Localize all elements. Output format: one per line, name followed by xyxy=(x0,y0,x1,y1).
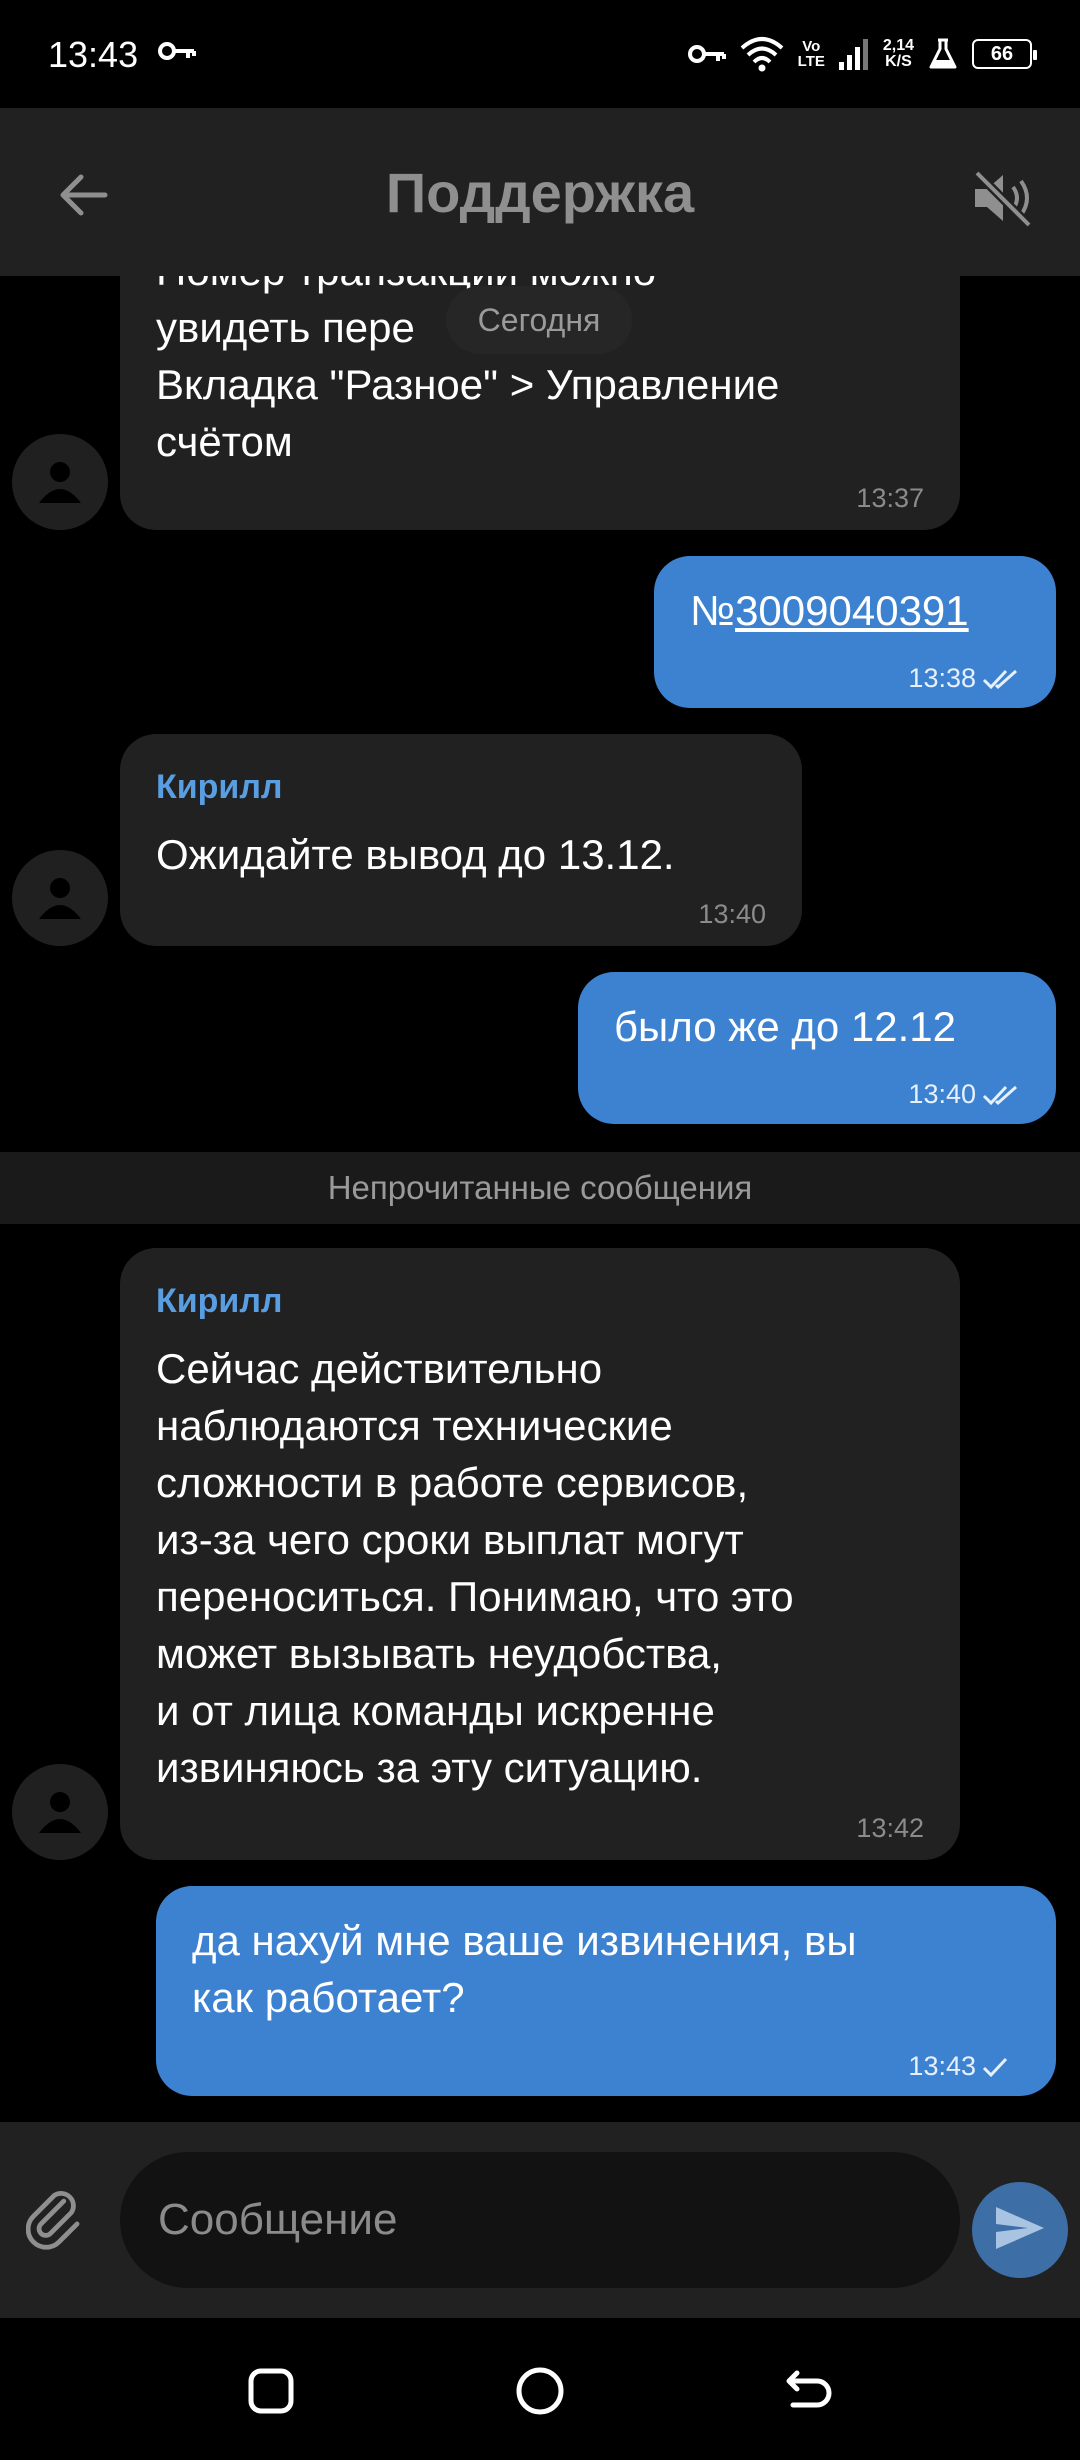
speed-value: 2,14 xyxy=(882,37,914,54)
message-time-row: 13:40 xyxy=(908,1079,1020,1110)
user-icon xyxy=(39,462,81,503)
mute-button[interactable] xyxy=(964,160,1044,240)
network-type: Vo LTE xyxy=(798,39,825,69)
speaker-muted-icon xyxy=(971,169,1037,232)
message-time: 13:40 xyxy=(908,1079,976,1109)
back-nav-button[interactable] xyxy=(774,2356,844,2426)
message-text: Ожидайте вывод до 13.12. xyxy=(156,831,675,878)
chat-header: Поддержка xyxy=(0,108,1080,276)
chat-messages[interactable]: Номер транзакции можно увидеть пере еню … xyxy=(0,276,1080,2122)
flask-icon xyxy=(928,38,958,70)
message-time: 13:43 xyxy=(908,2051,976,2081)
vpn-key-icon xyxy=(687,43,726,65)
network-speed: 2,14 K/S xyxy=(883,38,914,70)
avatar[interactable] xyxy=(12,434,108,530)
message-time: 13:40 xyxy=(698,899,766,929)
user-icon xyxy=(39,1792,81,1833)
recent-apps-button[interactable] xyxy=(236,2356,306,2426)
date-separator: Сегодня xyxy=(446,286,632,354)
message-outgoing[interactable]: было же до 12.12 13:40 xyxy=(578,972,1056,1124)
speed-unit: K/S xyxy=(885,53,912,70)
message-incoming[interactable]: Кирилл Сейчас действительно наблюдаются … xyxy=(120,1248,960,1860)
check-icon xyxy=(982,2057,1008,2077)
key-icon xyxy=(158,40,196,67)
message-input[interactable] xyxy=(120,2152,960,2288)
number-sign: № xyxy=(690,587,736,634)
attach-button[interactable] xyxy=(20,2184,96,2260)
message-incoming[interactable]: Кирилл Ожидайте вывод до 13.12. 13:40 xyxy=(120,734,802,946)
unread-separator: Непрочитанные сообщения xyxy=(0,1152,1080,1224)
status-time: 13:43 xyxy=(48,34,139,75)
paperclip-icon xyxy=(25,2188,90,2257)
message-time: 13:42 xyxy=(856,1813,924,1843)
user-icon xyxy=(39,878,81,919)
network-type-bottom: LTE xyxy=(797,53,825,70)
message-text: Сейчас действительно наблюдаются техниче… xyxy=(156,1345,794,1791)
navigation-bar xyxy=(0,2318,1080,2460)
avatar[interactable] xyxy=(12,850,108,946)
message-text: было же до 12.12 xyxy=(614,1003,957,1050)
signal-icon xyxy=(838,38,869,70)
send-button[interactable] xyxy=(972,2182,1068,2278)
message-time-row: 13:38 xyxy=(908,663,1020,694)
double-check-icon xyxy=(982,1085,1017,1105)
chat-title[interactable]: Поддержка xyxy=(0,160,1080,225)
message-text: №3009040391 xyxy=(690,582,969,639)
send-icon xyxy=(994,2205,1046,2256)
battery-level: 66 xyxy=(990,42,1014,65)
message-input-bar xyxy=(0,2122,1080,2318)
message-time: 13:37 xyxy=(856,483,924,513)
home-icon xyxy=(516,2367,564,2415)
message-time: 13:38 xyxy=(908,663,976,693)
status-bar: 13:43 Vo LTE 2,14 K/S 66 xyxy=(0,0,1080,108)
transaction-link[interactable]: 3009040391 xyxy=(735,587,969,634)
home-button[interactable] xyxy=(505,2356,575,2426)
back-icon xyxy=(786,2370,832,2408)
battery-icon: 66 xyxy=(972,39,1037,69)
status-icons: Vo LTE 2,14 K/S 66 xyxy=(687,30,1037,78)
avatar[interactable] xyxy=(12,1764,108,1860)
recent-apps-icon xyxy=(248,2368,294,2414)
message-time-row: 13:43 xyxy=(908,2051,1010,2082)
sender-name[interactable]: Кирилл xyxy=(156,768,283,807)
wifi-icon xyxy=(740,36,784,72)
message-outgoing[interactable]: №3009040391 13:38 xyxy=(654,556,1056,708)
sender-name[interactable]: Кирилл xyxy=(156,1282,283,1321)
double-check-icon xyxy=(982,669,1017,689)
message-outgoing[interactable]: да нахуй мне ваше извинения, вы как рабо… xyxy=(156,1886,1056,2096)
message-text: да нахуй мне ваше извинения, вы как рабо… xyxy=(192,1917,857,2021)
